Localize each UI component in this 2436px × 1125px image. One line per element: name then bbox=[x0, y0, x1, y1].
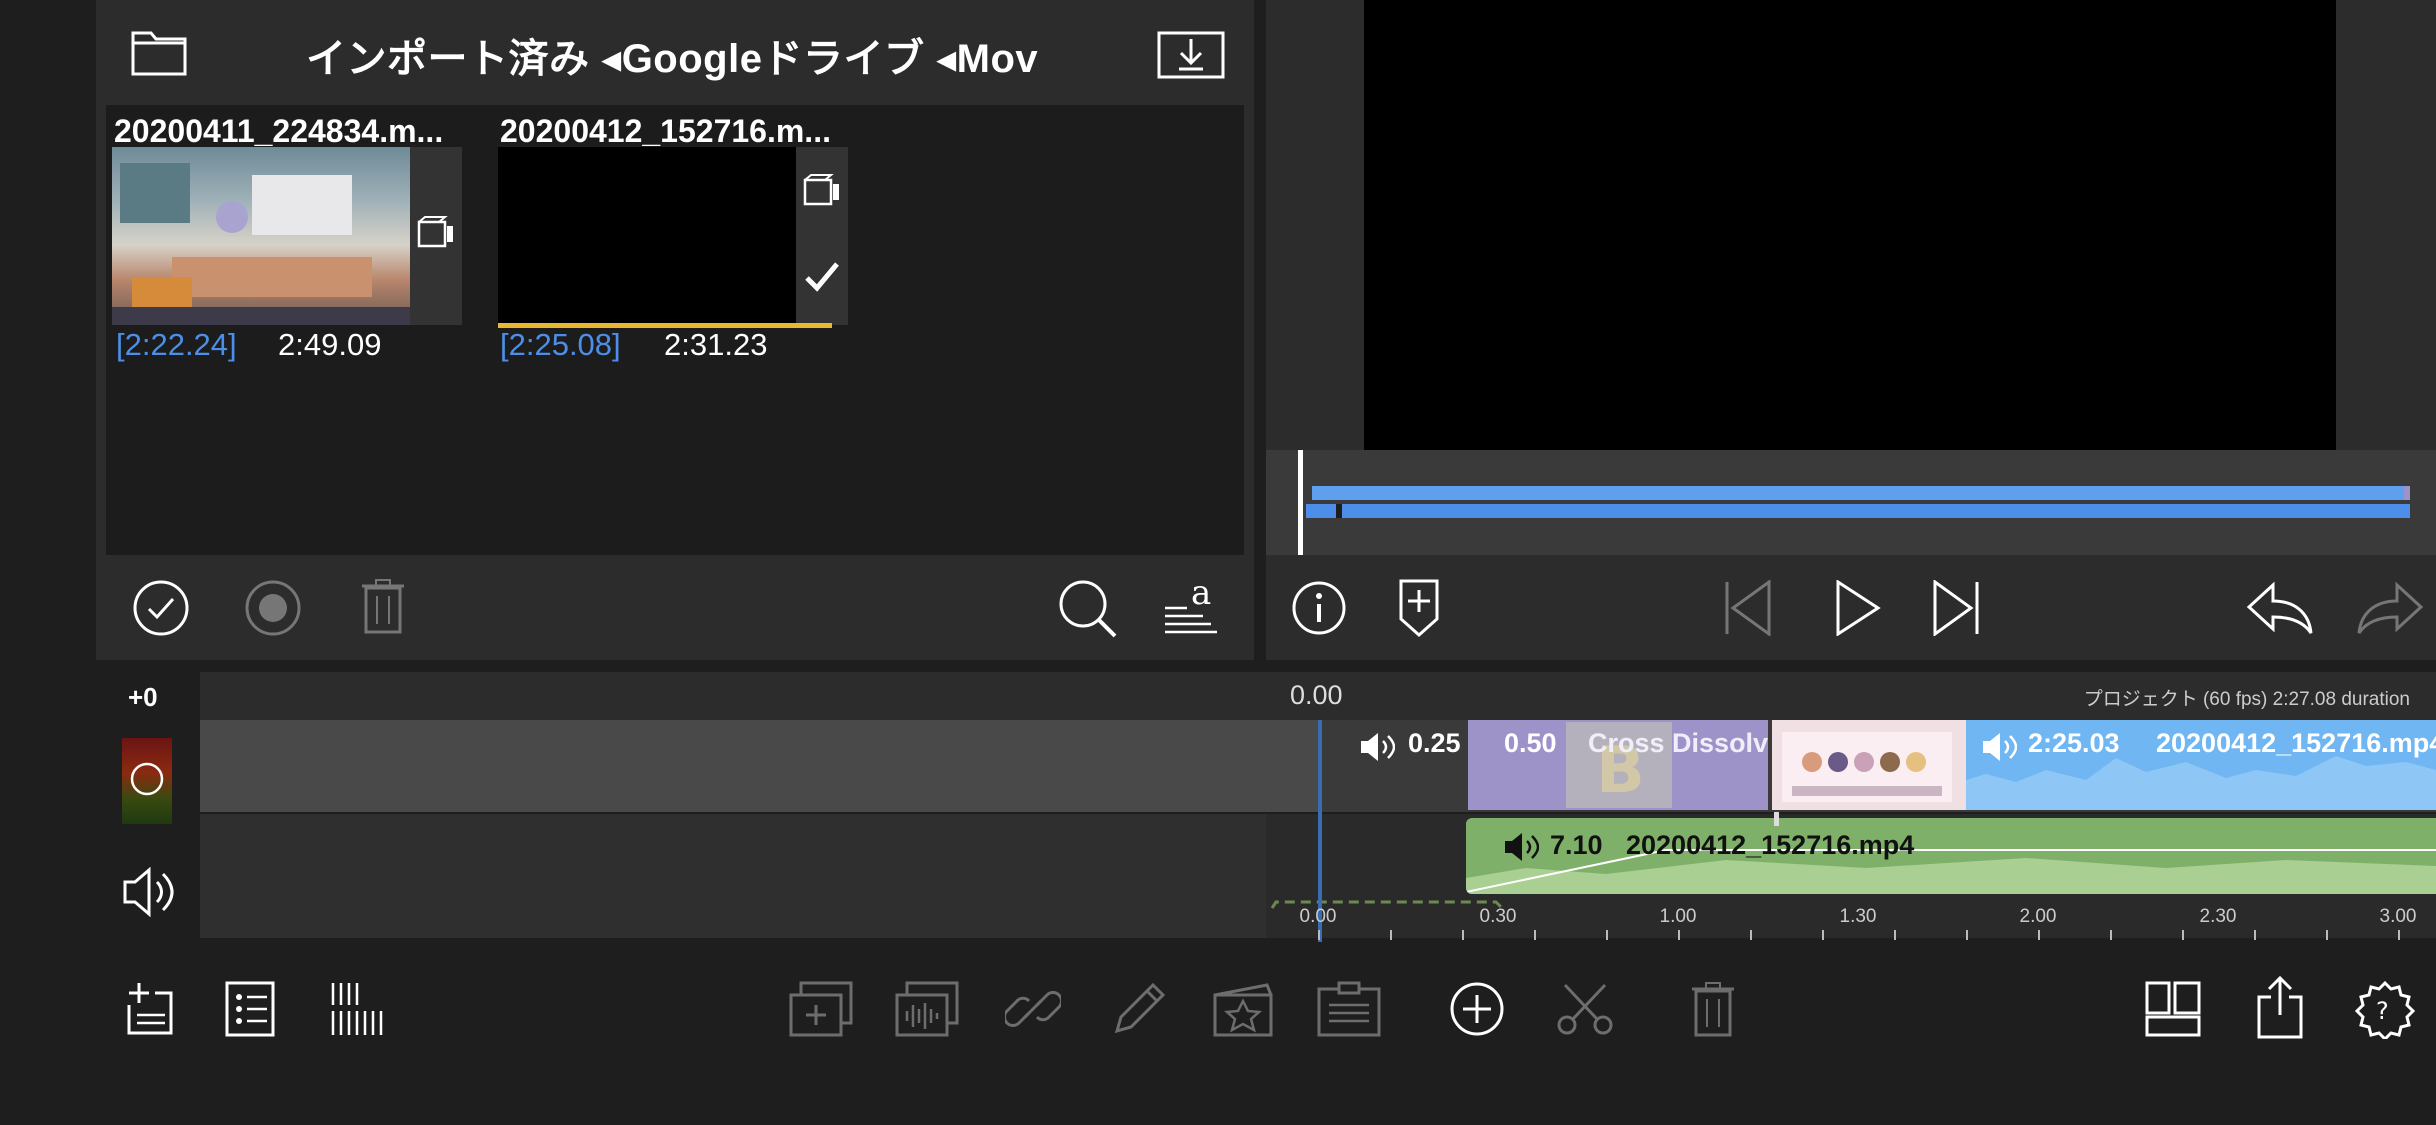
share-icon[interactable] bbox=[2254, 974, 2306, 1040]
ruler-label: 0.30 bbox=[1479, 906, 1517, 927]
record-icon[interactable] bbox=[244, 579, 302, 637]
add-marker-icon[interactable] bbox=[1396, 577, 1442, 639]
settings-help-icon[interactable]: ? bbox=[2354, 978, 2416, 1040]
clip-thumbnail[interactable] bbox=[1772, 720, 1966, 810]
pencil-icon[interactable] bbox=[1110, 980, 1168, 1038]
viewer-toolbar bbox=[1266, 555, 2436, 660]
video-clip[interactable]: 2:25.03 20200412_152716.mp4 bbox=[1966, 720, 2436, 810]
main-toolbar: ? bbox=[0, 944, 2436, 1125]
transition-name: Cross Dissolve bbox=[1588, 728, 1768, 758]
media-browser: インポート済み ◂Googleドライブ ◂Mov 20200411_224834… bbox=[96, 0, 1254, 660]
clip-name: 20200411_224834.m... bbox=[114, 113, 444, 149]
ruler-label: 1.00 bbox=[1659, 906, 1697, 927]
speaker-icon[interactable] bbox=[120, 862, 176, 922]
clip-name: 20200412_152716.m... bbox=[500, 113, 831, 149]
audio-volume: 7.10 bbox=[1550, 830, 1603, 860]
transition-duration: 0.50 bbox=[1504, 728, 1557, 758]
clip-in-time: [2:22.24] bbox=[116, 327, 237, 362]
clip-side-panel bbox=[410, 147, 462, 325]
scrub-playhead[interactable] bbox=[1298, 450, 1303, 555]
redo-icon[interactable] bbox=[2356, 579, 2426, 637]
level-meter bbox=[122, 738, 172, 824]
timeline-ruler[interactable]: 0.00 プロジェクト (60 fps) 2:27.08 duration bbox=[200, 672, 2436, 720]
audio-overlay-icon[interactable] bbox=[894, 980, 960, 1038]
clip1-volume: 0.25 bbox=[1408, 728, 1461, 758]
undo-icon[interactable] bbox=[2244, 579, 2314, 637]
offset-label: +0 bbox=[128, 682, 158, 712]
import-icon[interactable] bbox=[1156, 28, 1226, 80]
scrub-marker bbox=[2404, 486, 2410, 500]
scrub-gap bbox=[1336, 504, 1342, 518]
scrub-track-bottom bbox=[1306, 504, 2410, 518]
add-circle-icon[interactable] bbox=[1448, 980, 1506, 1038]
edit-point-marker bbox=[1774, 812, 1779, 826]
video-track-icon[interactable] bbox=[128, 760, 166, 798]
audio-clip[interactable]: 7.10 20200412_152716.mp4 bbox=[1466, 818, 2436, 894]
clip-type-icon bbox=[416, 213, 456, 253]
folder-icon[interactable] bbox=[130, 26, 188, 78]
checkmark-icon bbox=[802, 257, 842, 297]
check-circle-icon[interactable] bbox=[132, 579, 190, 637]
barcode-icon[interactable] bbox=[328, 980, 386, 1038]
clip-time: 2:25.03 bbox=[2028, 728, 2120, 758]
layout-icon[interactable] bbox=[2144, 980, 2202, 1038]
scissors-icon[interactable] bbox=[1554, 980, 1616, 1038]
scrub-bar[interactable] bbox=[1266, 450, 2436, 555]
browser-toolbar: a bbox=[96, 555, 1254, 660]
clip-volume-icon bbox=[1980, 730, 2018, 764]
bottom-time-ruler[interactable]: 0.00 0.30 1.00 1.30 2.00 2.30 3.00 bbox=[200, 900, 2436, 944]
clip-type-icon bbox=[802, 171, 842, 211]
clip-in-time: [2:25.08] bbox=[500, 327, 621, 362]
ruler-label: 0.00 bbox=[1299, 906, 1337, 927]
clip-duration: 2:49.09 bbox=[278, 327, 382, 362]
track-list-icon[interactable] bbox=[224, 980, 276, 1038]
skip-forward-icon[interactable] bbox=[1930, 579, 1982, 637]
trash-icon[interactable] bbox=[1688, 980, 1738, 1040]
breadcrumb[interactable]: インポート済み ◂Googleドライブ ◂Mov bbox=[306, 26, 1038, 84]
trash-icon[interactable] bbox=[358, 577, 408, 637]
playhead-time: 0.00 bbox=[1290, 680, 1343, 710]
add-track-icon[interactable] bbox=[124, 980, 176, 1038]
svg-text:a: a bbox=[1191, 578, 1211, 613]
favorite-icon[interactable] bbox=[1210, 980, 1276, 1038]
timeline: +0 0.00 プロジェクト (60 fps) 2:27.08 duration… bbox=[0, 672, 2436, 944]
clip-grid: 20200411_224834.m... [2:22.24] 2:49.09 2… bbox=[106, 105, 1244, 555]
video-preview[interactable] bbox=[1364, 0, 2336, 450]
link-icon[interactable] bbox=[1004, 980, 1062, 1038]
clip-thumbnail bbox=[112, 147, 410, 325]
ruler-label: 1.30 bbox=[1839, 906, 1877, 927]
clip-side-panel bbox=[796, 147, 848, 325]
ruler-label: 2.30 bbox=[2199, 906, 2237, 927]
audio-clip-name: 20200412_152716.mp4 bbox=[1626, 830, 1915, 860]
overlay-icon[interactable] bbox=[788, 980, 854, 1038]
svg-text:?: ? bbox=[2376, 997, 2389, 1025]
clip-name: 20200412_152716.mp4 bbox=[2156, 728, 2436, 758]
ruler-label: 2.00 bbox=[2019, 906, 2057, 927]
viewer-panel bbox=[1266, 0, 2436, 660]
clipboard-icon[interactable] bbox=[1316, 980, 1382, 1038]
project-info: プロジェクト (60 fps) 2:27.08 duration bbox=[2083, 689, 2410, 710]
empty-region bbox=[200, 720, 1320, 812]
clip-volume-icon bbox=[1358, 730, 1396, 764]
sort-icon[interactable]: a bbox=[1162, 577, 1220, 637]
browser-header: インポート済み ◂Googleドライブ ◂Mov bbox=[96, 0, 1254, 105]
skip-back-icon[interactable] bbox=[1722, 579, 1774, 637]
audio-volume-icon bbox=[1502, 830, 1540, 864]
clip-duration: 2:31.23 bbox=[664, 327, 768, 362]
clip-thumbnail bbox=[498, 147, 796, 325]
transition-clip[interactable]: B 0.50 Cross Dissolve bbox=[1468, 720, 1768, 810]
info-icon[interactable] bbox=[1290, 579, 1348, 637]
play-icon[interactable] bbox=[1832, 579, 1884, 637]
search-icon[interactable] bbox=[1056, 577, 1120, 641]
ruler-label: 3.00 bbox=[2379, 906, 2417, 927]
scrub-track-top bbox=[1312, 486, 2404, 500]
